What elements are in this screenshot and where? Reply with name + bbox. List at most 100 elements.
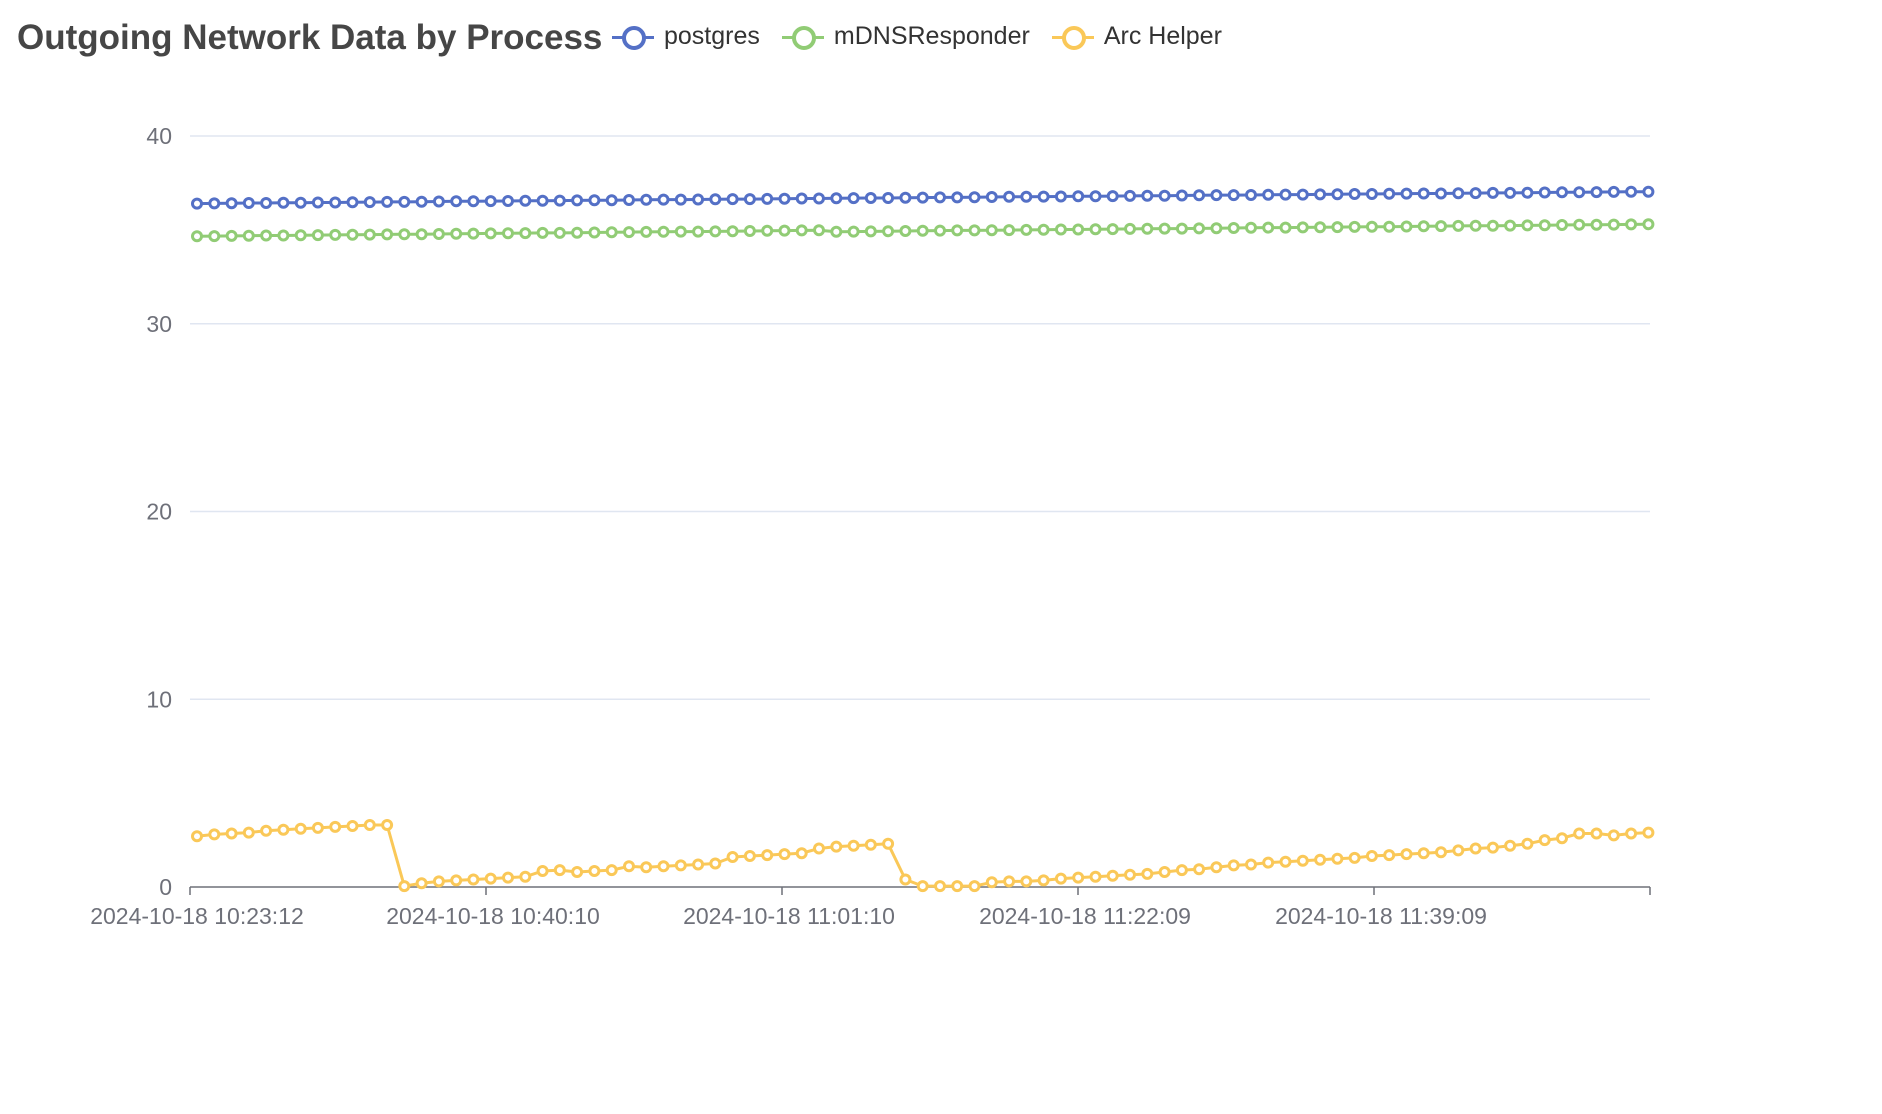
data-point (1486, 219, 1499, 232)
data-point (847, 839, 860, 852)
data-point (1573, 218, 1586, 231)
data-point (1383, 187, 1396, 200)
data-point (847, 225, 860, 238)
data-point (1296, 854, 1309, 867)
data-point (415, 228, 428, 241)
data-point (346, 228, 359, 241)
data-point (968, 224, 981, 237)
data-point (1296, 221, 1309, 234)
data-point (432, 875, 445, 888)
data-point (795, 847, 808, 860)
data-point (1452, 844, 1465, 857)
y-tick-label: 30 (146, 311, 172, 337)
data-point (1279, 855, 1292, 868)
data-point (571, 866, 584, 878)
data-point (674, 859, 687, 872)
data-point (191, 230, 203, 243)
data-point (208, 828, 221, 841)
data-point (571, 226, 584, 239)
data-point (1314, 221, 1327, 234)
data-point (1400, 187, 1413, 200)
data-point (968, 191, 981, 204)
data-point (882, 225, 895, 238)
data-point (1054, 190, 1067, 203)
data-point (934, 191, 946, 204)
data-point (1175, 189, 1188, 202)
data-point (381, 195, 394, 208)
data-point (1227, 859, 1240, 872)
data-point (502, 871, 514, 884)
data-point (450, 195, 463, 208)
data-point (1158, 189, 1171, 202)
data-point (1435, 846, 1447, 859)
data-point (536, 865, 549, 877)
data-point (1348, 220, 1361, 233)
data-point (225, 229, 238, 242)
data-point (553, 864, 566, 877)
data-point (1158, 222, 1171, 235)
data-point (1245, 189, 1257, 201)
data-point (191, 197, 203, 210)
data-point (1193, 222, 1206, 235)
data-point (484, 195, 497, 208)
data-point (1141, 222, 1154, 235)
data-point (588, 226, 601, 239)
data-point (657, 225, 670, 238)
data-point (968, 880, 981, 893)
x-tick-label: 2024-10-18 11:01:10 (683, 903, 895, 929)
data-point (916, 880, 929, 893)
data-point (415, 195, 428, 208)
data-point (692, 225, 705, 238)
data-point (1003, 875, 1016, 888)
data-point (1504, 186, 1517, 199)
data-point (329, 228, 342, 241)
data-point (1556, 832, 1568, 845)
data-point (1607, 218, 1620, 231)
data-point (519, 194, 532, 207)
data-point (1020, 223, 1033, 236)
data-point (502, 195, 514, 207)
data-point (1072, 871, 1085, 884)
data-point (1020, 875, 1033, 888)
data-point (778, 848, 791, 861)
data-point (934, 880, 946, 893)
data-point (1365, 188, 1378, 200)
data-point (605, 194, 618, 207)
data-point (553, 226, 566, 239)
data-point (260, 229, 273, 242)
data-point (1435, 187, 1447, 200)
data-point (640, 225, 653, 238)
data-point (519, 227, 532, 240)
data-point (709, 857, 722, 870)
data-point (1003, 190, 1016, 203)
data-point (916, 191, 929, 204)
data-point (1452, 187, 1465, 200)
data-point (588, 865, 601, 877)
data-point (934, 224, 946, 237)
data-point (1003, 224, 1016, 237)
data-point (1642, 185, 1655, 198)
data-point (536, 226, 549, 239)
data-point (692, 193, 705, 206)
chart-canvas: 0 10 20 30 40 2024-10-18 10:23:12 2024-10-18 1… (90, 123, 1655, 929)
data-point (294, 196, 307, 209)
data-point (1210, 861, 1223, 874)
data-point (1504, 839, 1517, 852)
data-point (795, 192, 808, 205)
x-tick-label: 2024-10-18 10:40:10 (386, 903, 600, 929)
y-tick-label: 20 (146, 499, 172, 525)
data-point (709, 225, 722, 238)
data-point (709, 193, 722, 206)
data-point (1262, 856, 1275, 869)
data-point (1521, 186, 1534, 199)
data-point (674, 193, 687, 206)
data-point (571, 194, 584, 207)
data-point (1607, 829, 1620, 842)
data-point (1590, 827, 1603, 840)
data-point (1538, 219, 1551, 232)
data-point (398, 228, 411, 241)
data-point (311, 229, 324, 242)
data-point (830, 840, 843, 853)
y-tick-label: 0 (159, 874, 172, 900)
data-point (294, 229, 307, 242)
